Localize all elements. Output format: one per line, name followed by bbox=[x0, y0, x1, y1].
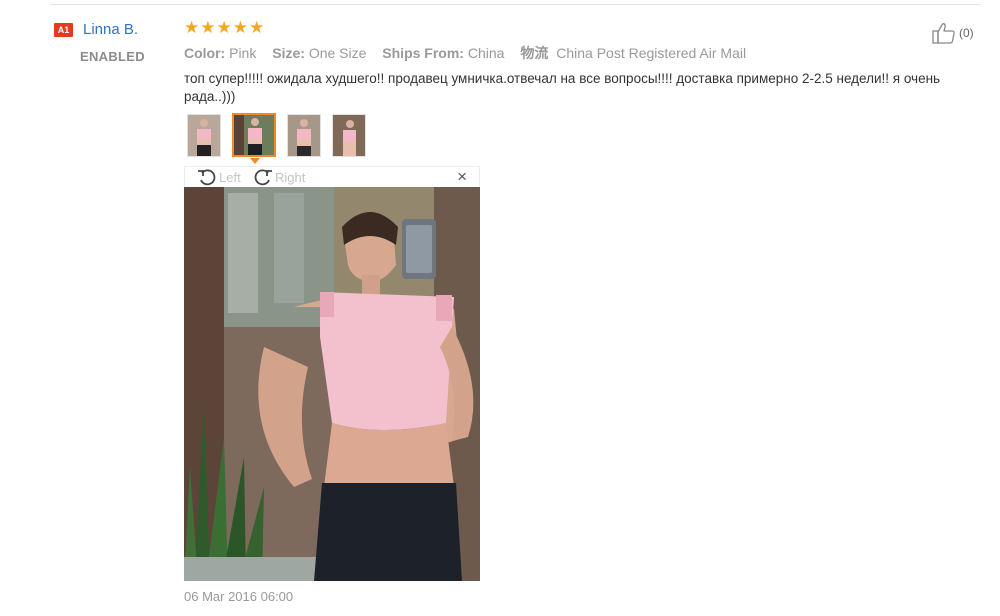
logistics-label: 物流 bbox=[520, 45, 549, 61]
color-value: Pink bbox=[229, 45, 257, 61]
ships-from-label: Ships From: bbox=[382, 45, 464, 61]
photo-thumbnails bbox=[187, 113, 366, 157]
rotate-left-label: Left bbox=[219, 169, 241, 185]
order-attributes: Color: Pink Size: One Size Ships From: C… bbox=[184, 43, 758, 63]
reviewer-name[interactable]: Linna B. bbox=[83, 21, 138, 38]
rotate-right-icon bbox=[253, 167, 273, 187]
review-photo bbox=[184, 187, 480, 581]
ships-from-value: China bbox=[467, 45, 505, 61]
rotate-left-icon bbox=[197, 167, 217, 187]
review-date: 06 Mar 2016 06:00 bbox=[184, 589, 294, 604]
top-divider bbox=[50, 4, 980, 5]
close-icon[interactable]: × bbox=[457, 168, 467, 186]
rating-stars: ★ ★ ★ ★ ★ bbox=[184, 19, 264, 36]
thumbs-up-icon bbox=[932, 22, 956, 44]
rotate-right-label: Right bbox=[275, 169, 306, 185]
photo-thumbnail-selected[interactable] bbox=[232, 113, 276, 157]
photo-viewer: Left Right × bbox=[184, 166, 480, 581]
selected-thumbnail-caret bbox=[250, 158, 260, 164]
logistics-value: China Post Registered Air Mail bbox=[556, 45, 747, 61]
reviewer-status: ENABLED bbox=[80, 49, 145, 64]
size-label: Size: bbox=[272, 45, 305, 61]
star-icon: ★ bbox=[232, 18, 248, 37]
photo-thumbnail[interactable] bbox=[332, 114, 366, 157]
size-value: One Size bbox=[308, 45, 367, 61]
viewer-toolbar: Left Right × bbox=[184, 166, 480, 187]
rotate-left-button[interactable]: Left bbox=[197, 167, 241, 187]
star-icon: ★ bbox=[216, 18, 232, 37]
star-icon: ★ bbox=[249, 18, 265, 37]
rotate-right-button[interactable]: Right bbox=[253, 167, 305, 187]
helpful-button[interactable]: (0) bbox=[932, 22, 974, 44]
photo-thumbnail[interactable] bbox=[287, 114, 321, 157]
helpful-count: (0) bbox=[959, 26, 974, 40]
review-comment: топ супер!!!!! ожидала худшего!! продаве… bbox=[184, 71, 941, 104]
photo-thumbnail[interactable] bbox=[187, 114, 221, 157]
star-icon: ★ bbox=[200, 18, 216, 37]
star-icon: ★ bbox=[184, 18, 200, 37]
color-label: Color: bbox=[184, 45, 226, 61]
country-flag-badge: A1 bbox=[54, 23, 73, 37]
